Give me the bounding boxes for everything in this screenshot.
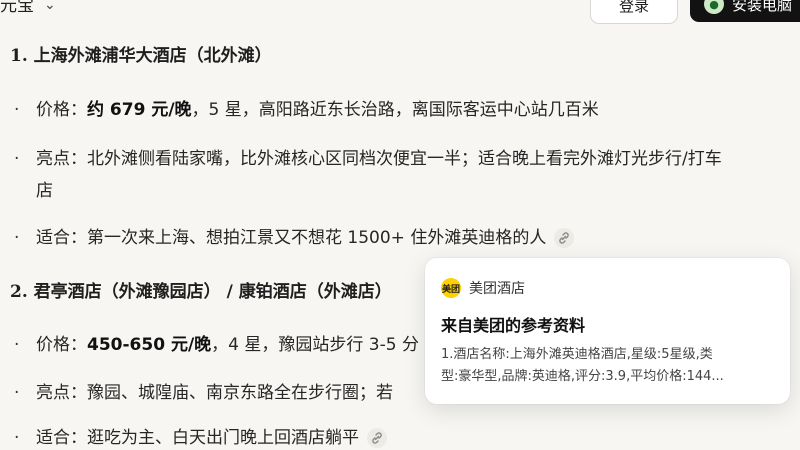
section-title: 2. 君亭酒店（外滩豫园店） / 康铂酒店（外滩店） (10, 282, 392, 302)
price-line: · 价格：约 679 元/晚，5 星，高阳路近东长治路，离国际客运中心站几百米 (14, 100, 599, 120)
fit-line: · 适合：第一次来上海、想拍江景又不想花 1500+ 住外滩英迪格的人 (14, 223, 575, 248)
citation-description: 1.酒店名称:上海外滩英迪格酒店,星级:5星级,类 型:豪华型,品牌:英迪格,评… (441, 344, 777, 388)
citation-link-icon[interactable] (367, 428, 387, 448)
install-label: 安装电脑 (732, 0, 793, 14)
highlight-line: · 亮点：豫园、城隍庙、南京东路全在步行圈；若 (14, 383, 393, 403)
model-selector[interactable]: 元宝 ⌄ (0, 0, 56, 16)
install-desktop-button[interactable]: ● 安装电脑 (690, 0, 800, 22)
citation-desc-line: 型:豪华型,品牌:英迪格,评分:3.9,平均价格:144... (441, 369, 724, 384)
fit-label: 适合： (36, 228, 87, 248)
fit-line: · 适合：逛吃为主、白天出门晚上回酒店躺平 (14, 423, 387, 448)
highlight-line: · 亮点：北外滩侧看陆家嘴，比外滩核心区同档次便宜一半；适合晚上看完外滩灯光步行/… (14, 149, 722, 169)
model-name: 元宝 (0, 0, 34, 16)
price-value: 450-650 元/晚 (87, 335, 212, 355)
highlight-text: 北外滩侧看陆家嘴，比外滩核心区同档次便宜一半；适合晚上看完外滩灯光步行/打车 (87, 149, 722, 169)
price-label: 价格： (36, 335, 87, 355)
highlight-text: 豫园、城隍庙、南京东路全在步行圈；若 (87, 383, 393, 403)
highlight-label: 亮点： (36, 149, 87, 169)
price-value: 约 679 元/晚 (87, 100, 192, 120)
price-rest: ，5 星，高阳路近东长治路，离国际客运中心站几百米 (191, 100, 599, 120)
app-logo-icon: ● (704, 0, 724, 14)
fit-label: 适合： (36, 428, 87, 448)
meituan-logo-icon: 美团 (441, 278, 461, 298)
price-line: · 价格：450-650 元/晚，4 星，豫园站步行 3-5 分 (14, 335, 419, 355)
chevron-down-icon: ⌄ (44, 0, 56, 13)
fit-text: 第一次来上海、想拍江景又不想花 1500+ 住外滩英迪格的人 (87, 228, 547, 248)
citation-link-icon[interactable] (554, 228, 575, 248)
citation-desc-line: 1.酒店名称:上海外滩英迪格酒店,星级:5星级,类 (441, 347, 713, 362)
source-name: 美团酒店 (469, 281, 525, 297)
citation-source: 美团 美团酒店 (441, 278, 525, 298)
price-rest: ，4 星，豫园站步行 3-5 分 (211, 335, 419, 355)
login-button[interactable]: 登录 (590, 0, 678, 24)
citation-popup[interactable]: 美团 美团酒店 来自美团的参考资料 1.酒店名称:上海外滩英迪格酒店,星级:5星… (425, 258, 790, 404)
citation-title: 来自美团的参考资料 (441, 316, 586, 335)
fit-text: 逛吃为主、白天出门晚上回酒店躺平 (87, 428, 359, 448)
highlight-continuation: 店 (36, 181, 53, 201)
price-label: 价格： (36, 100, 87, 120)
section-title: 1. 上海外滩浦华大酒店（北外滩） (10, 46, 272, 66)
highlight-label: 亮点： (36, 383, 87, 403)
top-bar: 元宝 ⌄ 登录 ● 安装电脑 (0, 0, 800, 26)
